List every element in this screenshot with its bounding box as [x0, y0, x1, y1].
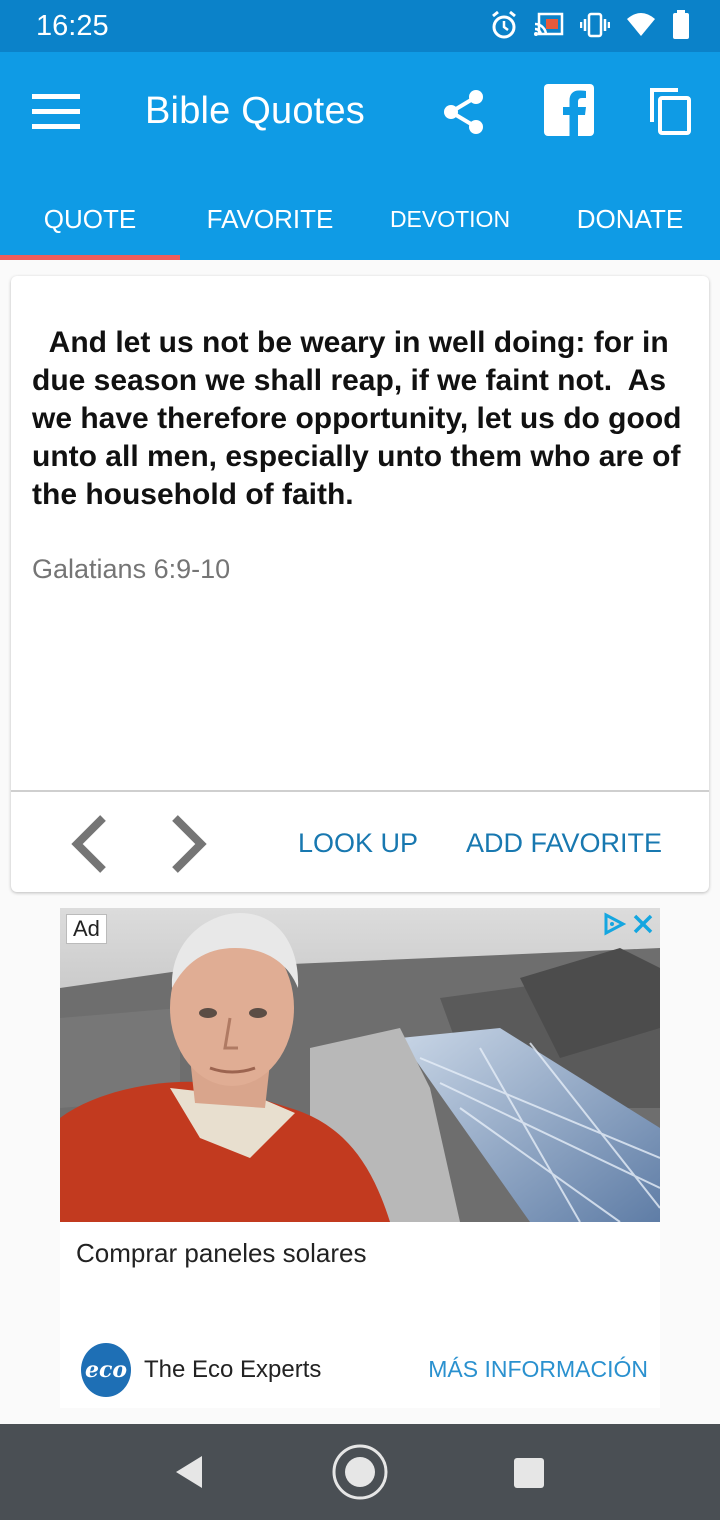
add-favorite-button[interactable]: ADD FAVORITE: [466, 828, 662, 859]
look-up-button[interactable]: LOOK UP: [298, 828, 418, 859]
ad-photo: [60, 908, 660, 1222]
eco-experts-logo: eco: [81, 1343, 131, 1397]
chevron-right-icon[interactable]: [167, 812, 211, 876]
close-icon[interactable]: [632, 913, 654, 935]
ad-badge: Ad: [66, 914, 107, 944]
ad-image[interactable]: Ad: [60, 908, 660, 1222]
wifi-icon: [627, 13, 655, 36]
tab-favorite[interactable]: FAVORITE: [180, 178, 360, 260]
cast-icon: [534, 12, 564, 36]
quote-card: And let us not be weary in well doing: f…: [11, 276, 709, 892]
tab-devotion[interactable]: DEVOTION: [360, 178, 540, 260]
copy-icon[interactable]: [648, 86, 692, 136]
chevron-left-icon[interactable]: [67, 812, 111, 876]
ad-banner[interactable]: Ad Comprar paneles solares eco The Eco E…: [60, 908, 660, 1408]
home-icon[interactable]: [330, 1442, 390, 1502]
recent-apps-icon[interactable]: [512, 1456, 546, 1490]
ad-cta-button[interactable]: MÁS INFORMACIÓN: [428, 1356, 648, 1383]
alarm-icon: [492, 10, 516, 39]
quote-text: And let us not be weary in well doing: f…: [32, 326, 690, 511]
menu-icon[interactable]: [30, 90, 82, 134]
quote-reference: Galatians 6:9-10: [32, 554, 231, 584]
tab-donate[interactable]: DONATE: [540, 178, 720, 260]
ad-headline[interactable]: Comprar paneles solares: [76, 1238, 366, 1269]
status-bar: 16:25: [0, 0, 720, 52]
svg-text:eco: eco: [85, 1357, 127, 1383]
app-title: Bible Quotes: [145, 90, 365, 132]
app-bar: Bible Quotes QUOTE FAVORITE DEVOTION DON…: [0, 52, 720, 260]
system-nav-bar: [0, 1424, 720, 1520]
tab-bar: QUOTE FAVORITE DEVOTION DONATE: [0, 178, 720, 260]
status-time: 16:25: [36, 10, 109, 42]
facebook-icon[interactable]: [544, 84, 594, 136]
share-icon[interactable]: [440, 88, 488, 136]
adchoices-icon[interactable]: [602, 912, 626, 936]
card-divider: [11, 790, 709, 792]
status-icons: [490, 10, 690, 40]
ad-choices[interactable]: [602, 912, 654, 936]
tab-quote[interactable]: QUOTE: [0, 178, 180, 260]
battery-icon: [673, 10, 689, 39]
back-icon[interactable]: [172, 1454, 206, 1490]
ad-advertiser: The Eco Experts: [144, 1356, 322, 1383]
vibrate-icon: [580, 12, 610, 38]
